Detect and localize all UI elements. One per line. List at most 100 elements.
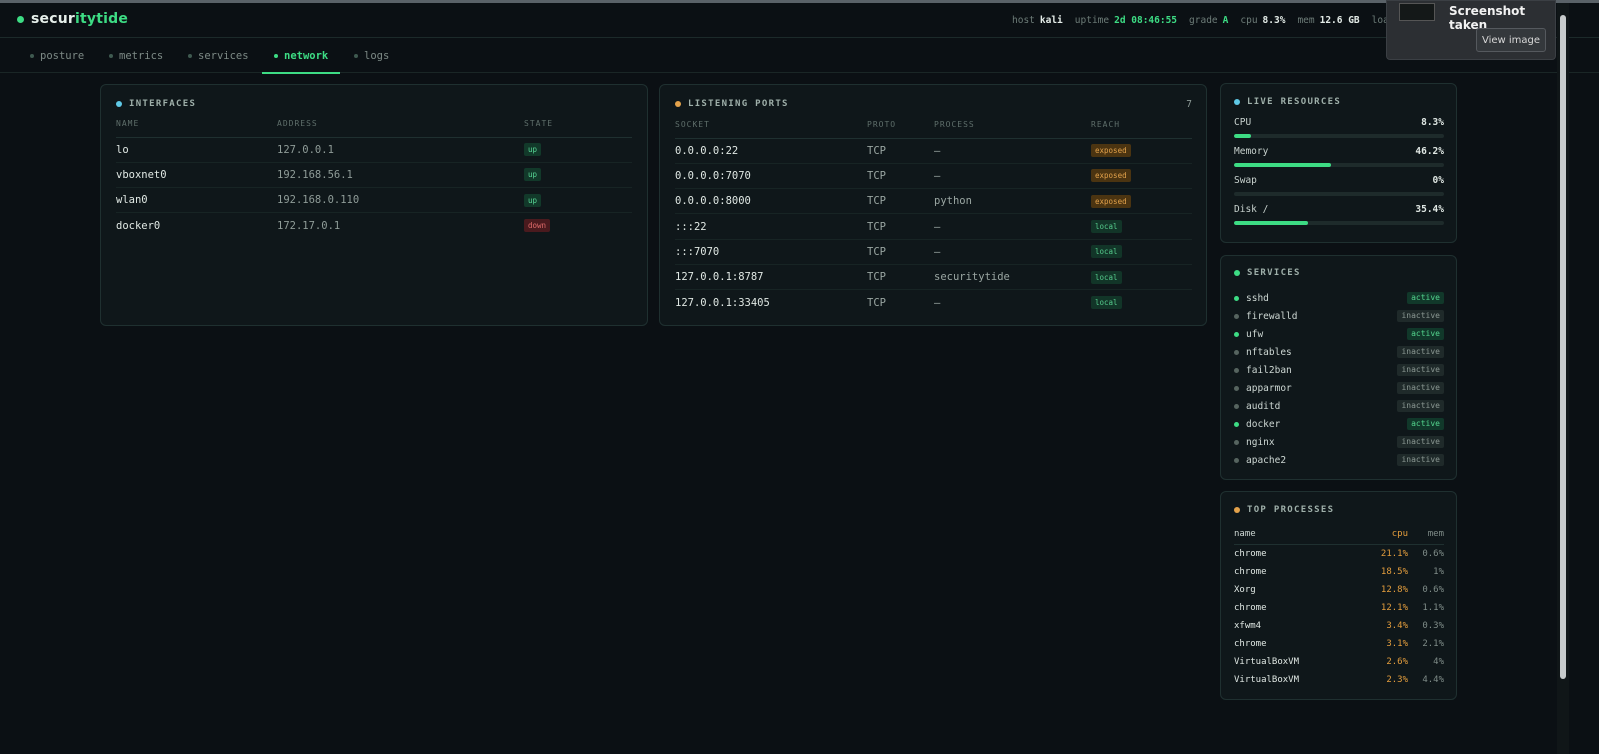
process-row[interactable]: Xorg 12.8% 0.6% (1234, 581, 1444, 599)
resource-disk: Disk / 35.4% (1234, 204, 1444, 225)
tab-metrics[interactable]: metrics (109, 39, 163, 73)
reach-badge: exposed (1091, 169, 1131, 183)
port-process: — (934, 239, 1091, 265)
process-row[interactable]: chrome 12.1% 1.1% (1234, 599, 1444, 617)
service-nftables[interactable]: nftables inactive (1234, 343, 1444, 361)
status-badge: up (524, 168, 542, 182)
table-row[interactable]: lo 127.0.0.1 up (116, 137, 632, 163)
process-name: chrome (1234, 639, 1267, 649)
process-row[interactable]: chrome 3.1% 2.1% (1234, 635, 1444, 653)
interfaces-panel: INTERFACES NAME ADDRESS STATE lo 127.0.0.… (100, 84, 648, 326)
port-socket: :::22 (675, 213, 867, 240)
stat-value: 8.3% (1262, 15, 1286, 26)
stat-key: cpu (1240, 15, 1258, 26)
iface-address: 172.17.0.1 (277, 219, 341, 232)
resource-label: CPU 8.3% (1234, 117, 1444, 128)
port-socket: :::7070 (675, 239, 867, 265)
table-row[interactable]: 0.0.0.0:8000 TCP python exposed (675, 188, 1192, 215)
stat-value: 2d 08:46:55 (1114, 15, 1178, 26)
tab-posture[interactable]: posture (30, 39, 84, 73)
iface-address: 127.0.0.1 (277, 137, 524, 163)
service-status-dot-icon (1234, 367, 1239, 373)
service-name: apparmor (1246, 382, 1292, 394)
panel-dot-icon (1234, 99, 1240, 105)
tab-dot-icon (109, 54, 113, 58)
process-cpu: 3.4% (1386, 621, 1408, 631)
scrollbar[interactable] (1557, 3, 1569, 754)
port-process: python (934, 188, 1091, 215)
screenshot-thumbnail[interactable] (1399, 3, 1435, 21)
progress-fill (1234, 221, 1309, 225)
service-firewalld[interactable]: firewalld inactive (1234, 307, 1444, 325)
column-header: REACH (1091, 112, 1192, 139)
process-mem: 0.6% (1422, 549, 1444, 559)
service-status-dot-icon (1234, 421, 1239, 427)
table-row[interactable]: vboxnet0 192.168.56.1 up (116, 162, 632, 189)
tab-services[interactable]: services (188, 39, 249, 73)
status-dot-icon (17, 15, 24, 23)
port-reach: local (1091, 213, 1192, 240)
table-row[interactable]: wlan0 192.168.0.110 up (116, 187, 632, 214)
column-header: cpu (1391, 529, 1408, 539)
port-reach: exposed (1091, 163, 1192, 190)
process-row[interactable]: chrome 18.5% 1% (1234, 563, 1444, 581)
tab-network[interactable]: network (261, 39, 341, 74)
system-stats: host kali uptime 2d 08:46:55 grade Acpu 8.3% me… (1012, 15, 1417, 26)
panel-title: TOP PROCESSES (1234, 505, 1334, 515)
service-status-badge: inactive (1397, 436, 1444, 448)
resource-name: CPU (1234, 117, 1252, 128)
service-name: sshd (1246, 292, 1269, 304)
process-cpu: 2.6% (1386, 657, 1408, 667)
service-fail2ban[interactable]: fail2ban inactive (1234, 361, 1444, 379)
service-docker[interactable]: docker active (1234, 415, 1444, 433)
table-row[interactable]: 0.0.0.0:7070 TCP — exposed (675, 163, 1192, 190)
panel-title: LISTENING PORTS (675, 99, 789, 109)
stat-mem: mem 12.6 GB (1297, 15, 1359, 26)
stat-uptime: uptime 2d 08:46:55 (1075, 15, 1177, 26)
process-cpu: 12.8% (1380, 585, 1408, 595)
service-status-badge: inactive (1397, 346, 1444, 358)
stat-value: 12.6 GB (1319, 15, 1360, 26)
table-row[interactable]: docker0 172.17.0.1 down (116, 213, 632, 238)
view-image-button[interactable]: View image (1476, 28, 1546, 52)
table-row[interactable]: 127.0.0.1:33405 TCP — local (675, 290, 1192, 315)
service-nginx[interactable]: nginx inactive (1234, 433, 1444, 451)
tab-dot-icon (188, 54, 192, 58)
service-ufw[interactable]: ufw active (1234, 325, 1444, 343)
process-row[interactable]: chrome 21.1% 0.6% (1234, 545, 1444, 563)
process-name: xfwm4 (1234, 621, 1262, 631)
reach-badge: exposed (1091, 194, 1131, 208)
resources-panel: LIVE RESOURCES CPU 8.3% Memory 46.2% Swap 0% D… (1220, 83, 1457, 243)
tab-logs[interactable]: logs (354, 39, 389, 73)
service-sshd[interactable]: sshd active (1234, 289, 1444, 307)
port-socket: 0.0.0.0:8000 (675, 188, 867, 215)
service-status-dot-icon (1234, 295, 1239, 301)
table-row[interactable]: :::7070 TCP — local (675, 239, 1192, 265)
process-name: chrome (1234, 549, 1267, 559)
service-name: auditd (1246, 400, 1281, 412)
service-auditd[interactable]: auditd inactive (1234, 397, 1444, 415)
process-row[interactable]: VirtualBoxVM 2.6% 4% (1234, 653, 1444, 671)
iface-state: down (524, 213, 632, 238)
resource-label: Disk / 35.4% (1234, 204, 1444, 215)
service-apparmor[interactable]: apparmor inactive (1234, 379, 1444, 397)
port-proto: TCP (867, 213, 934, 240)
resource-memory: Memory 46.2% (1234, 146, 1444, 167)
tab-label: posture (40, 50, 85, 62)
process-row[interactable]: xfwm4 3.4% 0.3% (1234, 617, 1444, 635)
service-apache2[interactable]: apache2 inactive (1234, 451, 1444, 469)
progress-fill (1234, 163, 1332, 167)
column-header: name (1234, 529, 1256, 539)
process-row[interactable]: VirtualBoxVM 2.3% 4.4% (1234, 671, 1444, 689)
table-row[interactable]: 127.0.0.1:8787 TCP securitytide local (675, 264, 1192, 291)
table-row[interactable]: 0.0.0.0:22 TCP — exposed (675, 138, 1192, 164)
process-mem: 4.4% (1422, 675, 1444, 685)
reach-badge: exposed (1091, 144, 1131, 158)
reach-badge: local (1091, 270, 1122, 284)
brand[interactable]: securitytide (17, 11, 128, 27)
table-row[interactable]: :::22 TCP — local (675, 213, 1192, 240)
scrollbar-thumb[interactable] (1560, 15, 1566, 679)
progress-fill (1234, 134, 1252, 138)
port-socket: 0.0.0.0:7070 (675, 163, 867, 190)
resource-label: Memory 46.2% (1234, 146, 1444, 157)
